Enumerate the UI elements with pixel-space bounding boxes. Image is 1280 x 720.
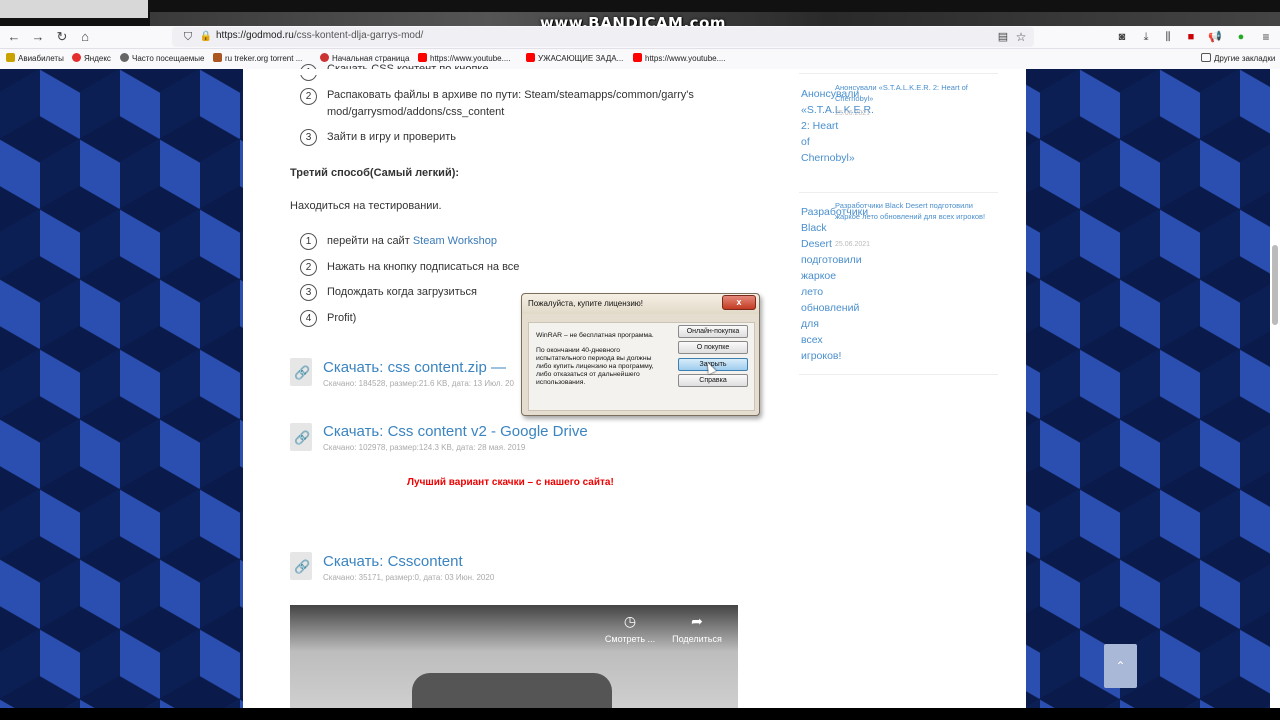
bookmark-item[interactable]: УЖАСАЮЩИЕ ЗАДА... bbox=[526, 53, 623, 63]
chain-icon: 🔗 bbox=[294, 430, 311, 445]
gear-icon bbox=[120, 53, 129, 62]
share-button[interactable]: ➦ Поделиться bbox=[667, 613, 727, 644]
extension-icon[interactable]: ■ bbox=[1183, 29, 1199, 45]
section-intro: Находиться на тестировании. bbox=[290, 200, 442, 212]
download-meta: Скачано: 184528, размер:21.6 KB, дата: 1… bbox=[323, 379, 514, 388]
library-icon[interactable]: ⫼ bbox=[1160, 29, 1176, 45]
download-link[interactable]: Скачать: Csscontent bbox=[323, 553, 463, 570]
sidebar-post-date: 25.06.2021 bbox=[835, 110, 871, 117]
download-meta: Скачано: 102978, размер:124.3 KB, дата: … bbox=[323, 443, 526, 452]
step-text: Подождать когда загрузиться bbox=[327, 286, 477, 298]
steam-workshop-link[interactable]: Steam Workshop bbox=[413, 235, 497, 247]
about-purchase-button[interactable]: О покупке bbox=[678, 341, 748, 354]
bookmark-item[interactable]: ru treker.org torrent ... bbox=[213, 53, 302, 63]
step-number: 2 bbox=[300, 88, 317, 105]
back-icon[interactable]: ← bbox=[6, 29, 22, 45]
step-text: Profit) bbox=[327, 312, 357, 324]
chain-icon: 🔗 bbox=[294, 365, 311, 380]
bookmark-star-icon[interactable]: ☆ bbox=[1013, 29, 1029, 45]
sidebar-post-link[interactable]: Анонсували «S.T.A.L.K.E.R. 2: Heart of C… bbox=[835, 82, 995, 104]
downloads-icon[interactable]: ⤓ bbox=[1138, 29, 1154, 45]
bookmark-item[interactable]: https://www.youtube.... bbox=[633, 53, 725, 63]
sidebar-divider bbox=[799, 192, 998, 193]
step-number: 2 bbox=[300, 259, 317, 276]
video-thumbnail-shape bbox=[412, 673, 612, 708]
download-link-icon: 🔗 bbox=[290, 552, 312, 580]
step-number: 1 bbox=[300, 233, 317, 250]
scroll-to-top-button[interactable]: ⌃ bbox=[1104, 644, 1137, 688]
embedded-video[interactable]: ◷ Смотреть ... ➦ Поделиться bbox=[290, 605, 738, 708]
shield-icon[interactable]: ⛉ bbox=[180, 29, 196, 45]
youtube-icon bbox=[526, 53, 535, 62]
recording-bottom-strip bbox=[0, 708, 1280, 720]
step-text: Нажать на кнопку подписаться на все bbox=[327, 261, 520, 273]
download-link-icon: 🔗 bbox=[290, 358, 312, 386]
folder-icon bbox=[1201, 53, 1211, 62]
step-text: mod/garrysmod/addons/css_content bbox=[327, 106, 505, 118]
dialog-title: Пожалуйста, купите лицензию! bbox=[528, 299, 644, 308]
best-variant-note: Лучший вариант скачки – с нашего сайта! bbox=[407, 477, 614, 488]
other-bookmarks[interactable]: Другие закладки bbox=[1201, 53, 1275, 63]
bookmark-item[interactable]: Авиабилеты bbox=[6, 53, 64, 63]
step-number: 4 bbox=[300, 310, 317, 327]
chain-icon: 🔗 bbox=[294, 559, 311, 574]
dialog-close-button[interactable]: x bbox=[722, 295, 756, 310]
home-icon[interactable]: ⌂ bbox=[77, 29, 93, 45]
step-number: 3 bbox=[300, 129, 317, 146]
torrent-icon bbox=[213, 53, 222, 62]
lock-icon: 🔒 bbox=[199, 31, 213, 42]
recording-top-strip: www.BANDICAM.com bbox=[0, 0, 1280, 32]
forward-icon[interactable]: → bbox=[30, 29, 46, 45]
plane-icon bbox=[6, 53, 15, 62]
extension-green-icon[interactable]: ● bbox=[1233, 29, 1249, 45]
download-link-icon: 🔗 bbox=[290, 423, 312, 451]
sidebar-post-title[interactable]: Разработчики Black Desert подготовили жа… bbox=[801, 204, 868, 364]
menu-icon[interactable]: ≡ bbox=[1258, 29, 1274, 45]
help-button[interactable]: Справка bbox=[678, 374, 748, 387]
screen: www.BANDICAM.com ← → ↻ ⌂ ⛉ 🔒 https://god… bbox=[0, 0, 1280, 720]
sidebar-divider bbox=[799, 73, 998, 74]
sidebar-post-link[interactable]: Разработчики Black Desert подготовили жа… bbox=[835, 200, 995, 222]
tab-strip-fragment bbox=[0, 0, 148, 18]
dialog-message: WinRAR – не бесплатная программа. По око… bbox=[536, 332, 654, 386]
yandex-icon bbox=[72, 53, 81, 62]
download-meta: Скачано: 35171, размер:0, дата: 03 Июн. … bbox=[323, 573, 495, 582]
sidebar-post-date: 25.06.2021 bbox=[835, 241, 871, 248]
bookmark-item[interactable]: Часто посещаемые bbox=[120, 53, 204, 63]
step-text: Распаковать файлы в архиве по пути: Stea… bbox=[327, 89, 694, 101]
sidebar-divider bbox=[799, 374, 998, 375]
step-number: 3 bbox=[300, 284, 317, 301]
pocket-icon[interactable]: ◙ bbox=[1114, 29, 1130, 45]
online-purchase-button[interactable]: Онлайн-покупка bbox=[678, 325, 748, 338]
reader-view-icon[interactable]: ▤ bbox=[995, 29, 1011, 45]
share-icon: ➦ bbox=[691, 613, 703, 629]
double-chevron-up-icon: ⌃ bbox=[1115, 659, 1126, 673]
megaphone-icon[interactable]: 📢 bbox=[1207, 29, 1223, 45]
cover-strip bbox=[243, 69, 1026, 75]
step-text: перейти на сайт Steam Workshop bbox=[327, 235, 497, 247]
scrollbar-thumb[interactable] bbox=[1272, 245, 1278, 325]
download-link[interactable]: Скачать: Css content v2 - Google Drive bbox=[323, 423, 588, 440]
winrar-license-dialog: Пожалуйста, купите лицензию! x WinRAR – … bbox=[521, 293, 760, 416]
section-heading: Третий способ(Самый легкий): bbox=[290, 167, 460, 179]
url-text[interactable]: https://godmod.ru/css-kontent-dlja-garry… bbox=[216, 30, 423, 41]
scrollbar[interactable] bbox=[1270, 69, 1280, 708]
download-link[interactable]: Скачать: css content.zip — bbox=[323, 359, 506, 376]
youtube-icon bbox=[633, 53, 642, 62]
step-text: Зайти в игру и проверить bbox=[327, 131, 457, 143]
watch-later-button[interactable]: ◷ Смотреть ... bbox=[600, 613, 660, 644]
bookmark-item[interactable]: Яндекс bbox=[72, 53, 111, 63]
reload-icon[interactable]: ↻ bbox=[54, 29, 70, 45]
clock-icon: ◷ bbox=[623, 613, 637, 629]
